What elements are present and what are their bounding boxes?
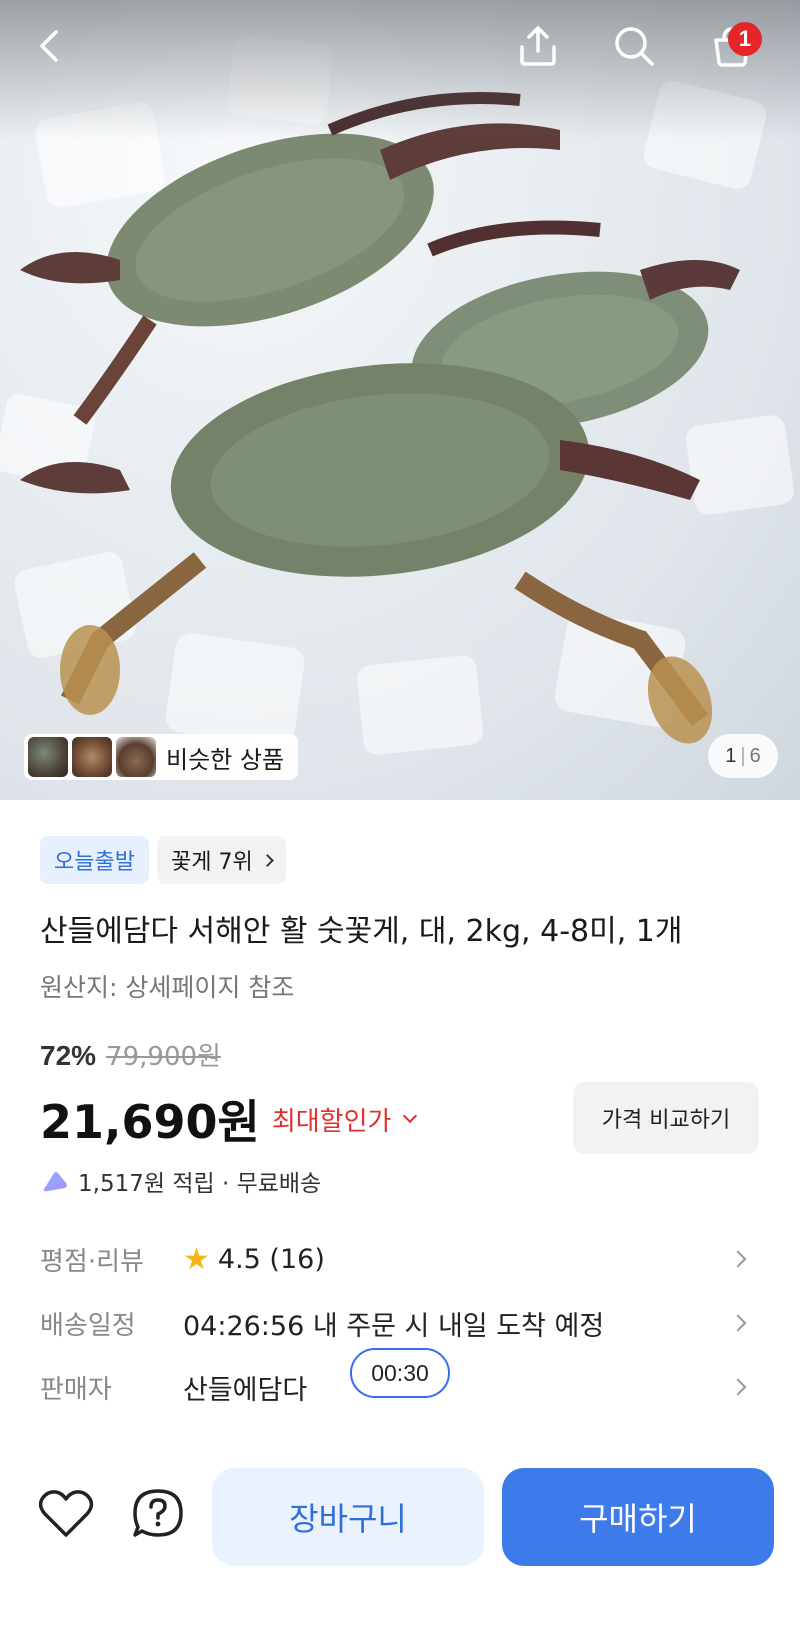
rating-label: 평점·리뷰 — [40, 1246, 144, 1277]
similar-products-button[interactable]: 비슷한 상품 — [24, 734, 299, 780]
product-tags: 오늘출발 꽃게 7위 — [40, 836, 286, 884]
chevron-down-icon — [403, 1108, 418, 1124]
image-page-indicator: 1 | 6 — [708, 734, 778, 778]
points-text: 1,517원 적립 · 무료배송 — [78, 1171, 322, 1197]
star-icon: ★ — [183, 1241, 210, 1277]
rating-score: 4.5 (16) — [217, 1243, 325, 1275]
similar-thumb — [72, 737, 112, 777]
price-compare-button[interactable]: 가격 비교하기 — [573, 1082, 759, 1154]
chevron-right-icon — [729, 1314, 747, 1332]
chevron-right-icon — [729, 1378, 747, 1396]
discount-row: 72% 79,900원 — [40, 1036, 221, 1073]
category-rank-tag[interactable]: 꽃게 7위 — [156, 836, 286, 884]
wishlist-button[interactable] — [36, 1484, 96, 1544]
points-shipping-row: 1,517원 적립 · 무료배송 — [40, 1164, 321, 1198]
product-title: 산들에담다 서해안 활 숫꽃게, 대, 2kg, 4-8미, 1개 — [40, 914, 683, 949]
search-button[interactable] — [602, 14, 666, 78]
page-separator: | — [740, 744, 746, 767]
share-icon — [520, 26, 556, 66]
rating-review-row[interactable]: 평점·리뷰 ★ 4.5 (16) — [40, 1234, 760, 1284]
header-gradient — [0, 0, 800, 140]
cart-button[interactable]: 1 — [700, 14, 764, 78]
question-icon — [133, 1489, 183, 1537]
similar-thumb — [116, 737, 156, 777]
bottom-action-bar: 장바구니 구매하기 — [0, 1460, 800, 1580]
discount-percent: 72% — [40, 1040, 97, 1071]
tag-label: 꽃게 7위 — [170, 850, 253, 875]
rating-value: ★ 4.5 (16) — [183, 1242, 325, 1277]
max-discount-toggle[interactable]: 최대할인가 — [271, 1101, 418, 1138]
sale-price: 21,690원 — [40, 1095, 260, 1149]
tag-label: 오늘출발 — [54, 850, 135, 875]
back-arrow-icon — [40, 30, 58, 62]
chevron-right-icon — [729, 1250, 747, 1268]
heart-icon — [38, 1490, 94, 1537]
similar-products-label: 비슷한 상품 — [166, 745, 285, 774]
cart-count-badge: 1 — [728, 22, 762, 56]
buy-now-button[interactable]: 구매하기 — [502, 1468, 774, 1566]
today-shipping-tag: 오늘출발 — [40, 836, 149, 884]
delivery-schedule-row[interactable]: 배송일정 04:26:56 내 주문 시 내일 도착 예정 — [40, 1298, 760, 1348]
delivery-label: 배송일정 — [40, 1310, 136, 1341]
similar-thumb — [28, 737, 68, 777]
delivery-value: 04:26:56 내 주문 시 내일 도착 예정 — [183, 1310, 605, 1342]
share-button[interactable] — [506, 14, 570, 78]
seller-label: 판매자 — [40, 1374, 112, 1405]
seller-value: 산들에담다 — [183, 1374, 308, 1406]
price-row: 21,690원 최대할인가 — [40, 1086, 418, 1152]
current-page: 1 — [725, 744, 737, 767]
timer-badge: 00:30 — [350, 1348, 450, 1398]
search-icon — [615, 27, 654, 66]
points-icon — [43, 1172, 67, 1192]
add-to-cart-button[interactable]: 장바구니 — [212, 1468, 484, 1566]
max-discount-label: 최대할인가 — [271, 1106, 392, 1137]
product-origin: 원산지: 상세페이지 참조 — [40, 973, 295, 1002]
original-price: 79,900원 — [106, 1042, 221, 1072]
chevron-right-icon — [260, 853, 274, 867]
question-button[interactable] — [128, 1484, 188, 1544]
product-image[interactable]: 1 비슷한 상품 1 | 6 — [0, 0, 800, 800]
back-button[interactable] — [18, 14, 82, 78]
total-pages: 6 — [749, 744, 761, 767]
